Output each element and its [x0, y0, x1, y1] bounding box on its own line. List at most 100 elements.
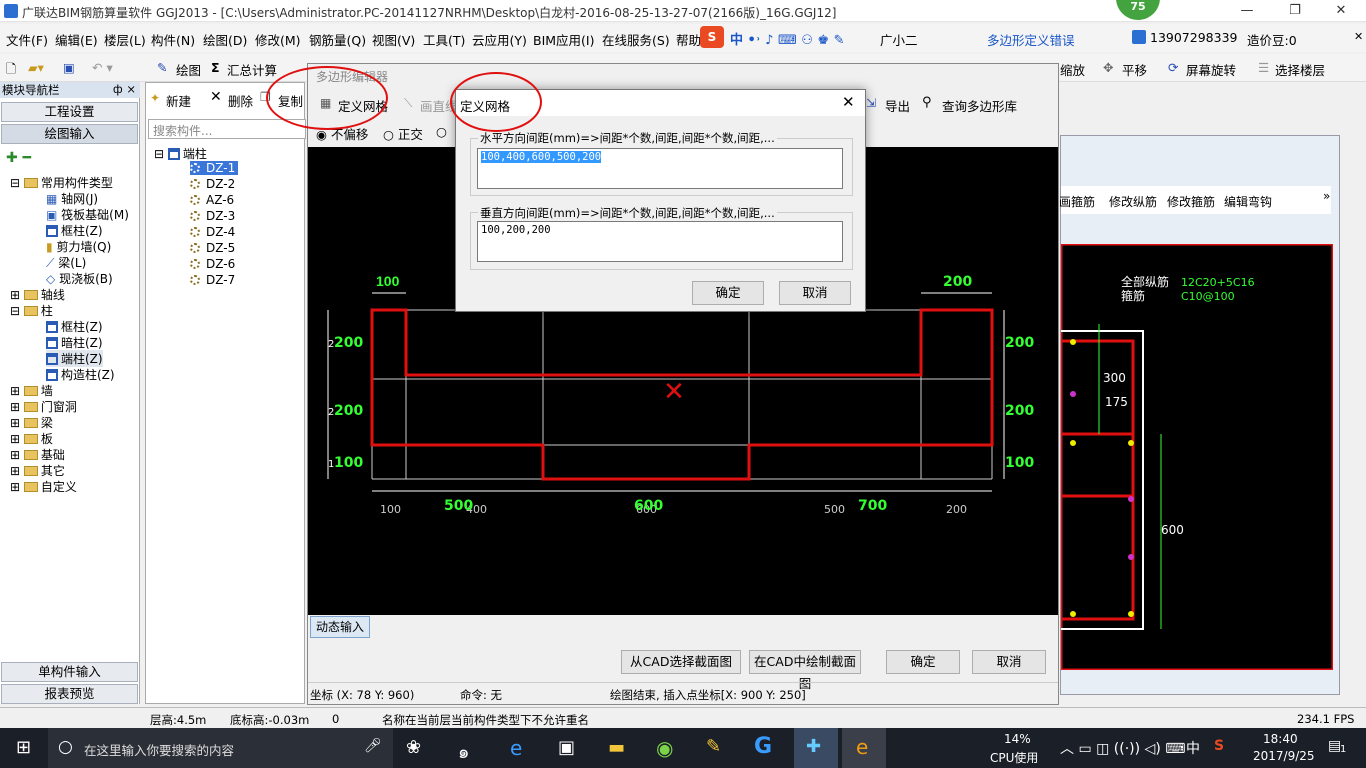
ime-indicator[interactable]: 中 — [1186, 738, 1200, 758]
undo-icon[interactable]: ↶ ▾ — [92, 60, 113, 75]
component-search-input[interactable]: 搜索构件... — [148, 119, 306, 139]
menu-edit[interactable]: 编辑(E) — [55, 30, 98, 49]
new-component-button[interactable]: 新建 — [166, 91, 191, 110]
select-floor-icon[interactable]: ☰ — [1258, 60, 1269, 75]
rotate-icon[interactable]: ⟳ — [1168, 60, 1178, 75]
delete-icon[interactable]: ✕ — [210, 89, 222, 105]
menu-help[interactable]: 帮助 — [676, 30, 701, 49]
polygon-ok-button[interactable]: 确定 — [886, 650, 960, 674]
tree-folder-column[interactable]: ⊟ 柱 — [10, 302, 53, 319]
component-item-dz6[interactable]: DZ-6 — [190, 257, 235, 271]
task-view-icon[interactable]: ❀ — [406, 737, 421, 758]
tree-frame-column[interactable]: 框柱(Z) — [46, 222, 103, 239]
tree-folder-other[interactable]: ⊞ 其它 — [10, 462, 65, 479]
menu-file[interactable]: 文件(F) — [6, 30, 48, 49]
component-item-dz5[interactable]: DZ-5 — [190, 241, 235, 255]
tray-icons[interactable]: ︿ ▭ ◫ ((·)) ◁) ⌨ — [1060, 738, 1185, 758]
export-button[interactable]: 导出 — [885, 96, 910, 115]
sogou-ime-icon[interactable]: S — [700, 26, 724, 48]
open-folder-icon[interactable]: ▰▾ — [28, 60, 44, 75]
cad-select-section-button[interactable]: 从CAD选择截面图 — [621, 650, 741, 674]
tree-folder-wall[interactable]: ⊞ 墙 — [10, 382, 53, 399]
query-polygon-lib-button[interactable]: 查询多边形库 — [942, 96, 1017, 115]
maximize-button[interactable]: ❐ — [1272, 0, 1318, 22]
tree-frame-column-2[interactable]: 框柱(Z) — [46, 318, 103, 335]
horizontal-spacing-input[interactable]: 100,400,600,500,200 — [477, 148, 843, 189]
component-item-az6[interactable]: AZ-6 — [190, 193, 234, 207]
component-item-dz2[interactable]: DZ-2 — [190, 177, 235, 191]
polygon-cancel-button[interactable]: 取消 — [972, 650, 1046, 674]
app-icon-green[interactable]: ◉ — [656, 736, 673, 760]
rotate-button[interactable]: 屏幕旋转 — [1186, 60, 1236, 79]
zoom-button[interactable]: 缩放 — [1060, 60, 1085, 79]
dialog-close-icon[interactable]: ✕ — [842, 93, 855, 111]
component-item-dz1[interactable]: DZ-1 — [190, 161, 239, 175]
dialog-ok-button[interactable]: 确定 — [692, 281, 764, 305]
menu-online[interactable]: 在线服务(S) — [602, 30, 670, 49]
clock-time[interactable]: 18:40 — [1263, 732, 1298, 746]
store-icon[interactable]: ▣ — [558, 737, 575, 758]
sum-icon[interactable]: Σ — [211, 60, 220, 75]
sum-button[interactable]: 汇总计算 — [227, 60, 277, 79]
sogou-tray-icon[interactable]: S — [1214, 738, 1224, 754]
menu-cloud[interactable]: 云应用(Y) — [472, 30, 527, 49]
windows-start-icon[interactable]: ⊞ — [16, 737, 31, 758]
menu-floor[interactable]: 楼层(L) — [104, 30, 146, 49]
draw-button[interactable]: 绘图 — [176, 60, 201, 79]
overflow-chevron-icon[interactable]: » — [1323, 189, 1330, 203]
active-app-tile[interactable]: ✚ — [794, 728, 838, 768]
single-component-input-button[interactable]: 单构件输入 — [1, 662, 138, 682]
microphone-icon[interactable]: 🎤︎ — [364, 738, 382, 754]
tree-folder-custom[interactable]: ⊞ 自定义 — [10, 478, 77, 495]
drawing-input-button[interactable]: 绘图输入 — [1, 124, 138, 144]
ime-toolbar-icons[interactable]: 中 •˒ ♪ ⌨ ⚇ ♚ ✎ — [730, 29, 845, 48]
edit-hook-tab[interactable]: 编辑弯钩 — [1224, 193, 1272, 210]
expand-collapse-icons[interactable]: ✚ ━ — [6, 150, 31, 166]
select-floor-button[interactable]: 选择楼层 — [1275, 60, 1325, 79]
dialog-cancel-button[interactable]: 取消 — [779, 281, 851, 305]
vertical-spacing-input[interactable]: 100,200,200 — [477, 221, 843, 262]
tree-construct-column[interactable]: 构造柱(Z) — [46, 366, 115, 383]
edit-stirrup-tab[interactable]: 修改箍筋 — [1167, 193, 1215, 210]
minimize-button[interactable]: — — [1224, 0, 1270, 22]
tree-shear-wall[interactable]: ▮ 剪力墙(Q) — [46, 238, 111, 255]
save-icon[interactable]: ▣ — [63, 60, 75, 75]
tree-end-column[interactable]: 端柱(Z) — [46, 350, 103, 367]
other-radio[interactable]: ○ — [436, 124, 447, 139]
glodon-icon[interactable]: G — [754, 734, 772, 759]
menu-rebar[interactable]: 钢筋量(Q) — [309, 30, 366, 49]
tree-folder-foundation[interactable]: ⊞ 基础 — [10, 446, 65, 463]
menu-close-icon[interactable]: ✕ — [1354, 30, 1363, 43]
nav-pin-icon[interactable]: ф × — [113, 82, 136, 96]
menu-bim[interactable]: BIM应用(I) — [533, 30, 595, 49]
tree-beam[interactable]: ⟋ 梁(L) — [46, 254, 86, 271]
pan-button[interactable]: 平移 — [1122, 60, 1147, 79]
app-icon-1[interactable]: ๑ — [458, 737, 469, 766]
tree-folder-axis[interactable]: ⊞ 轴线 — [10, 286, 65, 303]
phone-label[interactable]: 13907298339 — [1150, 30, 1237, 45]
draw-stirrup-tab[interactable]: 画箍筋 — [1059, 193, 1095, 210]
edit-long-bar-tab[interactable]: 修改纵筋 — [1109, 193, 1157, 210]
delete-button[interactable]: 删除 — [228, 91, 253, 110]
tree-axis-grid[interactable]: ▦ 轴网(J) — [46, 190, 98, 207]
file-explorer-icon[interactable]: ▬ — [608, 737, 625, 758]
component-item-dz4[interactable]: DZ-4 — [190, 225, 235, 239]
component-item-dz3[interactable]: DZ-3 — [190, 209, 235, 223]
clock-date[interactable]: 2017/9/25 — [1253, 749, 1315, 763]
ime-user[interactable]: 广小二 — [880, 30, 918, 49]
tree-folder-beam[interactable]: ⊞ 梁 — [10, 414, 53, 431]
taskbar-search-box[interactable]: ○ 在这里输入你要搜索的内容 🎤︎ — [48, 728, 393, 768]
engineering-setup-button[interactable]: 工程设置 — [1, 102, 138, 122]
report-preview-button[interactable]: 报表预览 — [1, 684, 138, 704]
dynamic-input-tab[interactable]: 动态输入 — [310, 616, 370, 638]
menu-component[interactable]: 构件(N) — [151, 30, 195, 49]
menu-view[interactable]: 视图(V) — [372, 30, 415, 49]
tree-end-column-root[interactable]: ⊟ 端柱 — [154, 145, 207, 162]
edge-browser-icon[interactable]: e — [510, 736, 522, 760]
menu-tools[interactable]: 工具(T) — [423, 30, 465, 49]
tree-folder-slab[interactable]: ⊞ 板 — [10, 430, 53, 447]
menu-draw[interactable]: 绘图(D) — [203, 30, 247, 49]
draw-icon[interactable]: ✎ — [157, 60, 167, 75]
close-button[interactable]: ✕ — [1318, 0, 1364, 22]
pan-icon[interactable]: ✥ — [1103, 60, 1113, 75]
